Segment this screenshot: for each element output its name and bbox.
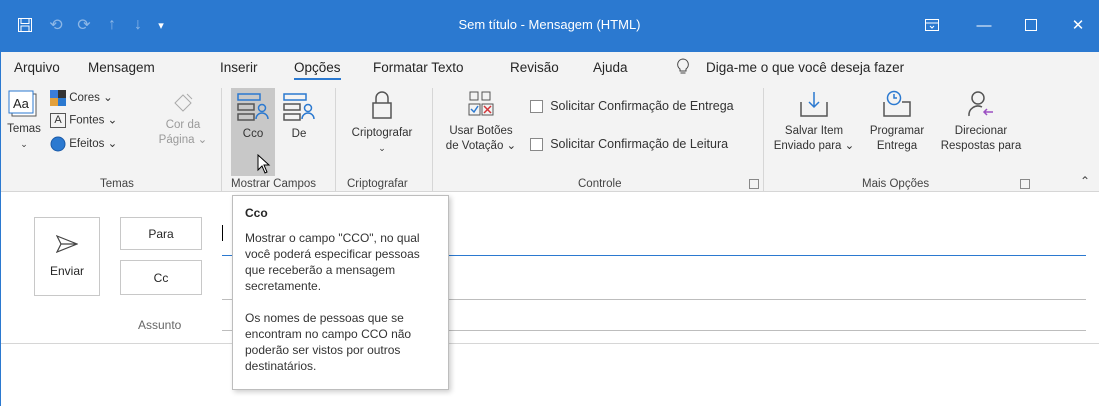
group-label-controle: Controle <box>578 178 622 190</box>
fonts-icon: A <box>50 113 66 128</box>
chevron-down-icon: ⌄ <box>20 139 28 149</box>
save-sent-item-icon <box>799 90 829 118</box>
de-label: De <box>291 128 307 140</box>
solicitar-entrega-label: Solicitar Confirmação de Entrega <box>550 99 734 113</box>
cc-button[interactable]: Cc <box>120 260 202 295</box>
direct-replies-icon <box>966 90 996 118</box>
cores-button[interactable]: Cores ⌄ <box>50 90 113 106</box>
enviado-para-label: Enviado para <box>773 140 842 152</box>
colors-icon <box>50 90 66 106</box>
criptografar-button[interactable]: Criptografar ⌄ <box>342 90 422 156</box>
group-separator <box>763 88 764 192</box>
tooltip-title: Cco <box>245 206 268 220</box>
cor-da-label: Cor da <box>165 119 201 131</box>
maximize-icon[interactable] <box>1008 12 1054 38</box>
group-separator <box>432 88 433 192</box>
usar-botoes-label: Usar Botões <box>449 125 513 137</box>
programar-label: Programar <box>869 125 925 137</box>
cco-label: Cco <box>242 128 264 140</box>
entrega-label: Entrega <box>876 140 918 152</box>
minimize-icon[interactable]: — <box>961 12 1007 38</box>
salvar-item-label: Salvar Item <box>784 125 844 137</box>
direcionar-label: Direcionar <box>954 125 1008 137</box>
tab-ajuda[interactable]: Ajuda <box>593 60 628 75</box>
efeitos-button[interactable]: Efeitos ⌄ <box>50 136 117 152</box>
dialog-launcher-icon[interactable] <box>749 179 759 189</box>
voting-buttons-icon <box>466 90 496 120</box>
ribbon: Aa Temas ⌄ Cores ⌄ A Fontes ⌄ Efeitos ⌄ … <box>0 82 1099 192</box>
title-bar: ⟲ ⟳ ↑ ↓ ▾ Sem título - Mensagem (HTML) —… <box>0 0 1099 52</box>
compose-area: Enviar Para Cc Assunto <box>0 193 1099 406</box>
group-separator <box>221 88 222 192</box>
de-votacao-label: de Votação <box>445 140 504 152</box>
pagina-label: Página <box>158 134 195 146</box>
body-divider <box>0 343 1099 344</box>
group-separator <box>335 88 336 192</box>
enviar-button[interactable]: Enviar <box>34 217 100 296</box>
bcc-field-icon <box>237 91 269 123</box>
tab-opcoes[interactable]: Opções <box>294 60 341 80</box>
temas-label: Temas <box>7 123 41 135</box>
respostas-para-label: Respostas para <box>940 140 1022 152</box>
page-color-icon <box>170 90 196 116</box>
tab-formatar-texto[interactable]: Formatar Texto <box>373 60 464 75</box>
send-icon <box>55 234 79 256</box>
themes-icon: Aa <box>8 90 40 120</box>
effects-icon <box>50 136 66 152</box>
ribbon-display-icon[interactable] <box>909 12 955 38</box>
efeitos-label: Efeitos <box>69 138 105 151</box>
de-button[interactable]: De <box>279 88 319 142</box>
fontes-button[interactable]: A Fontes ⌄ <box>50 113 117 129</box>
enviar-label: Enviar <box>49 264 84 278</box>
solicitar-confirmacao-leitura-checkbox[interactable]: Solicitar Confirmação de Leitura <box>530 137 728 153</box>
assunto-label: Assunto <box>138 318 182 332</box>
lock-icon <box>370 90 394 120</box>
checkbox[interactable] <box>530 138 543 152</box>
dialog-launcher-icon[interactable] <box>1020 179 1030 189</box>
solicitar-leitura-label: Solicitar Confirmação de Leitura <box>550 137 729 151</box>
tooltip-description: Mostrar o campo "CCO", no qual você pode… <box>245 231 420 293</box>
close-icon[interactable]: ✕ <box>1055 12 1099 38</box>
mouse-cursor-icon <box>257 153 271 177</box>
chevron-down-icon: ⌄ <box>378 143 386 153</box>
usar-botoes-de-votacao-button[interactable]: Usar Botões de Votação ⌄ <box>440 90 522 154</box>
text-cursor <box>222 225 223 241</box>
tell-me-search[interactable]: Diga-me o que você deseja fazer <box>706 60 904 75</box>
group-label-mostrar-campos: Mostrar Campos <box>231 178 316 190</box>
programar-entrega-button[interactable]: Programar Entrega <box>864 90 930 154</box>
from-field-icon <box>283 91 315 123</box>
lightbulb-icon <box>676 58 690 79</box>
tab-inserir[interactable]: Inserir <box>220 60 258 75</box>
checkbox[interactable] <box>530 100 543 114</box>
tab-mensagem[interactable]: Mensagem <box>88 60 155 75</box>
tooltip-note: Os nomes de pessoas que se encontram no … <box>245 311 412 373</box>
window-border <box>0 0 1 406</box>
delay-delivery-icon <box>882 90 912 118</box>
solicitar-confirmacao-entrega-checkbox[interactable]: Solicitar Confirmação de Entrega <box>530 99 734 115</box>
para-button[interactable]: Para <box>120 217 202 250</box>
tab-arquivo[interactable]: Arquivo <box>14 60 60 75</box>
collapse-ribbon-icon[interactable]: ⌃ <box>1080 174 1090 188</box>
salvar-item-enviado-button[interactable]: Salvar Item Enviado para ⌄ <box>769 90 859 154</box>
svg-text:Aa: Aa <box>13 96 30 111</box>
tab-revisao[interactable]: Revisão <box>510 60 559 75</box>
temas-button[interactable]: Aa Temas ⌄ <box>4 90 44 152</box>
cor-da-pagina-button[interactable]: Cor da Página ⌄ <box>157 90 209 148</box>
direcionar-respostas-button[interactable]: Direcionar Respostas para <box>933 90 1029 154</box>
group-label-mais-opcoes: Mais Opções <box>862 178 930 190</box>
criptografar-label: Criptografar <box>351 127 413 139</box>
group-label-temas: Temas <box>100 178 134 190</box>
group-label-criptografar: Criptografar <box>347 178 408 190</box>
menu-tabs: Arquivo Mensagem Inserir Opções Formatar… <box>0 52 1099 82</box>
cco-tooltip: Cco Mostrar o campo "CCO", no qual você … <box>232 195 449 390</box>
fontes-label: Fontes <box>69 114 105 127</box>
cores-label: Cores <box>69 92 100 105</box>
